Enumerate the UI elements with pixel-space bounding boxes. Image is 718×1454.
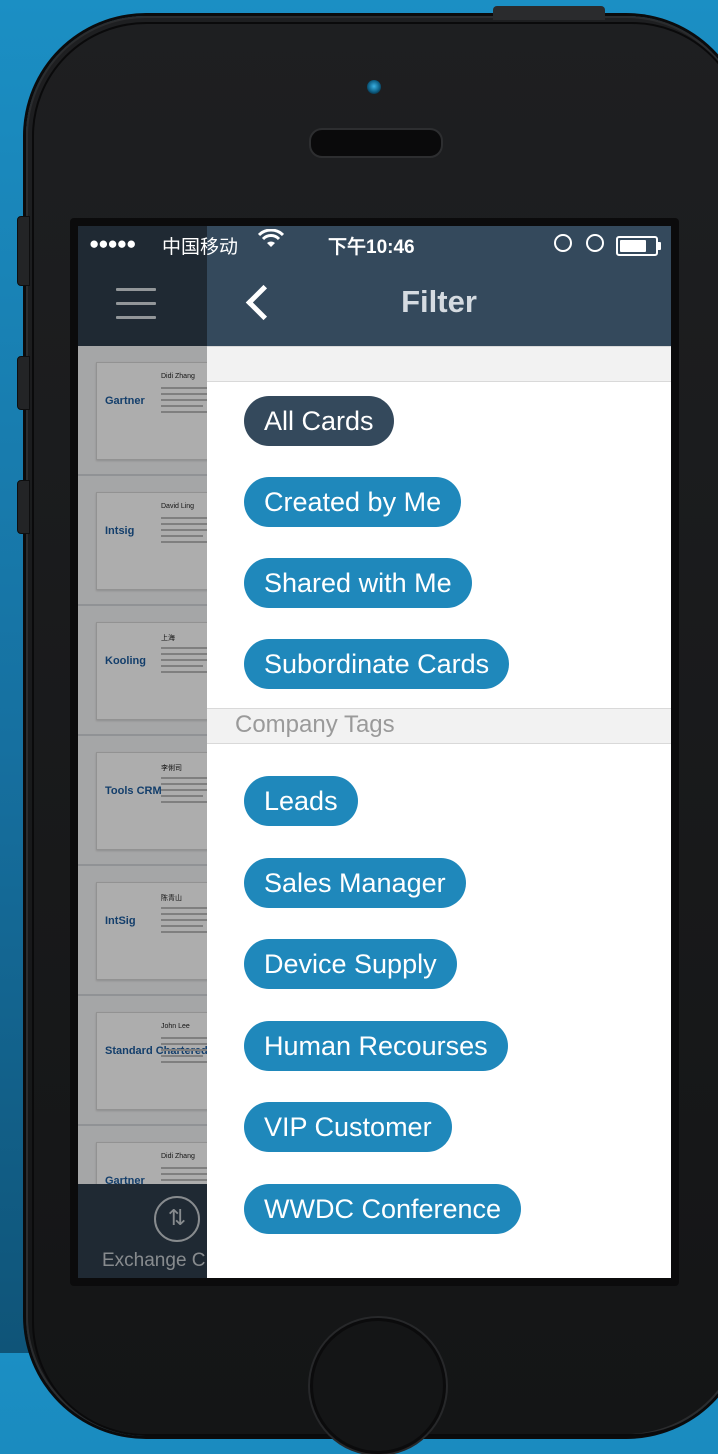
power-button bbox=[493, 6, 605, 20]
filter-pill[interactable]: Subordinate Cards bbox=[244, 639, 510, 689]
earpiece-speaker bbox=[309, 128, 443, 158]
company-tag-pill[interactable]: WWDC Conference bbox=[244, 1184, 522, 1234]
volume-up-button bbox=[17, 356, 30, 410]
company-tag-pill[interactable]: Sales Manager bbox=[244, 858, 466, 908]
battery-icon bbox=[616, 236, 661, 256]
rotation-lock-icon bbox=[554, 234, 572, 252]
filter-pill[interactable]: Shared with Me bbox=[244, 558, 472, 608]
company-tags-section-header: Company Tags bbox=[207, 708, 671, 744]
phone-screen: Gartner Didi Zhang Intsig David Ling Kooling… bbox=[78, 226, 671, 1278]
volume-down-button bbox=[17, 480, 30, 534]
filter-pill[interactable]: All Cards bbox=[244, 396, 394, 446]
filter-section-spacer bbox=[207, 346, 671, 382]
home-button[interactable] bbox=[310, 1318, 446, 1454]
signal-strength-icon: ●●●●● bbox=[89, 234, 136, 253]
section-label: Company Tags bbox=[235, 711, 395, 738]
filter-panel: Filter All Cards Created by Me Shared with… bbox=[207, 226, 671, 1278]
company-tag-pill[interactable]: Human Recourses bbox=[244, 1021, 508, 1071]
carrier-name: 中国移动 bbox=[162, 237, 239, 258]
filter-pill[interactable]: Created by Me bbox=[244, 477, 462, 527]
status-bar: ●●●●● 中国移动 下午10:46 bbox=[78, 226, 671, 266]
page-title: Filter bbox=[401, 284, 477, 319]
mute-switch bbox=[17, 216, 30, 286]
company-tag-pill[interactable]: Device Supply bbox=[244, 939, 457, 989]
wifi-icon bbox=[257, 228, 285, 255]
company-tag-pill[interactable]: Leads bbox=[244, 776, 358, 826]
company-tag-pill[interactable]: VIP Customer bbox=[244, 1102, 452, 1152]
front-camera bbox=[367, 80, 381, 94]
alarm-icon bbox=[586, 234, 604, 252]
status-time: 下午10:46 bbox=[328, 237, 415, 258]
